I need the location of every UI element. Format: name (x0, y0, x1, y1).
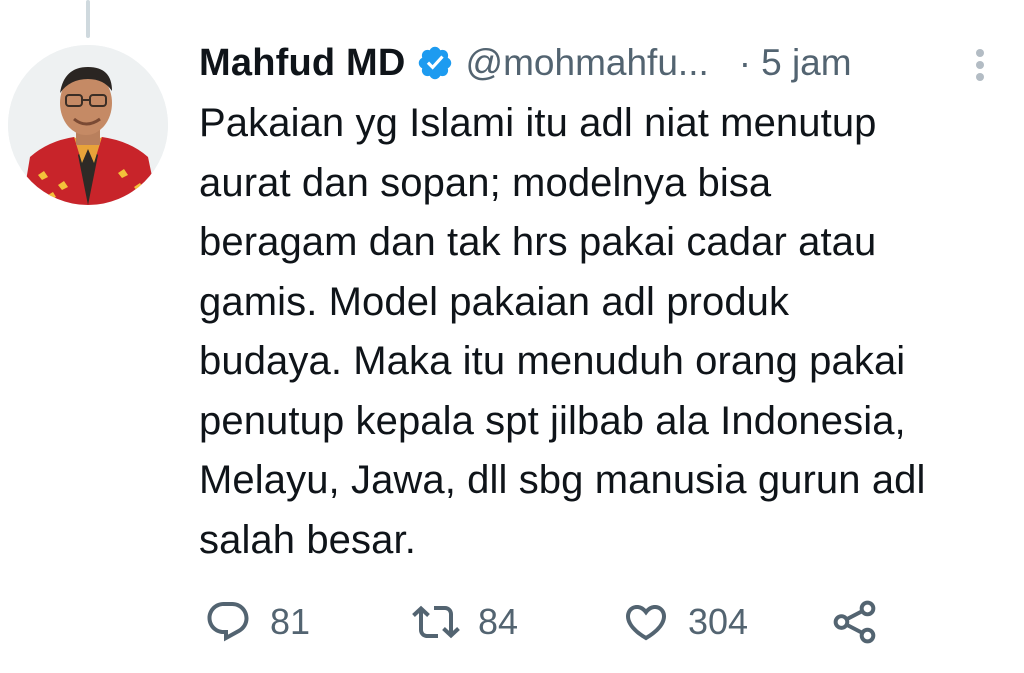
reply-count: 81 (270, 601, 311, 642)
avatar-image (8, 45, 168, 205)
reply-button[interactable]: 81 (204, 592, 310, 652)
retweet-button[interactable]: 84 (412, 592, 518, 652)
retweet-icon (412, 605, 460, 639)
share-icon (833, 600, 876, 644)
heart-icon (625, 605, 667, 641)
reply-icon (207, 602, 249, 642)
vertical-dots-icon (976, 49, 984, 81)
like-count: 304 (688, 601, 749, 642)
header-separator: · (738, 42, 752, 83)
like-button[interactable]: 304 (622, 592, 748, 652)
tweet-body-text: Pakaian yg Islami itu adl niat menutup a… (199, 101, 926, 562)
tweet-actions-bar: 81 84 304 (200, 592, 1000, 652)
retweet-count: 84 (478, 601, 519, 642)
tweet-timestamp[interactable]: 5 jam (761, 42, 851, 84)
author-handle[interactable]: @mohmahfu... (466, 42, 709, 84)
share-button[interactable] (830, 592, 880, 652)
more-options-button[interactable] (970, 45, 990, 85)
verified-badge-icon (416, 44, 454, 82)
thread-connector-line (86, 0, 90, 38)
author-name[interactable]: Mahfud MD (199, 42, 406, 85)
tweet-header: Mahfud MD @mohmahfu... · 5 jam (199, 38, 999, 88)
avatar[interactable] (8, 45, 168, 205)
